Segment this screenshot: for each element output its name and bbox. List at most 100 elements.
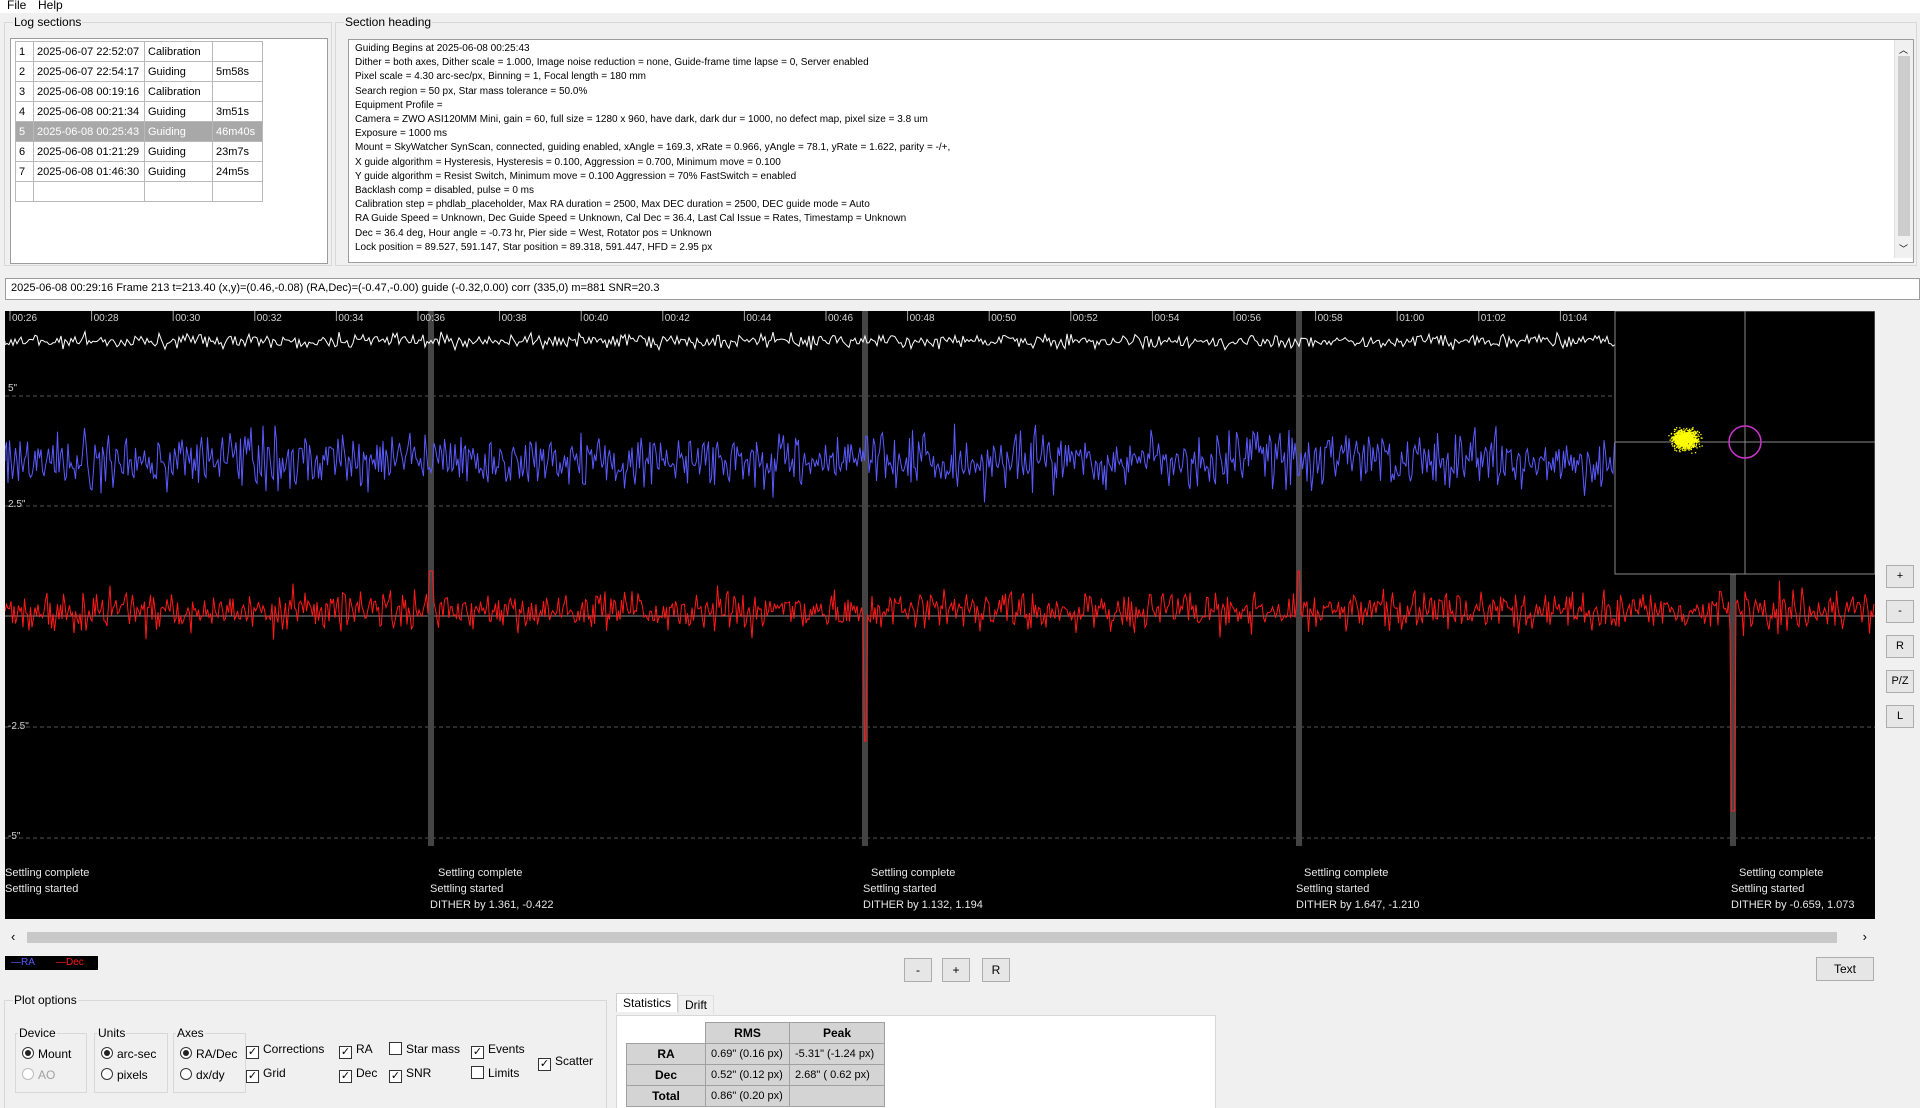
log-section-time: 2025-06-07 22:54:17 (33, 61, 145, 82)
log-section-time: 2025-06-08 00:25:43 (33, 121, 145, 142)
scatter-point (1677, 432, 1680, 434)
scatter-checkbox[interactable]: ✓ Scatter (538, 1054, 593, 1071)
units-pixels-radio[interactable]: pixels (101, 1068, 148, 1082)
log-section-duration (212, 81, 263, 102)
scatter-point (1680, 441, 1682, 444)
axes-dxdy-radio[interactable]: dx/dy (180, 1068, 225, 1082)
scatter-point (1675, 442, 1677, 445)
scatter-point (1673, 436, 1675, 438)
text-button[interactable]: Text (1816, 957, 1874, 981)
scroll-left-icon[interactable]: ‹ (11, 929, 15, 944)
time-tick-label: 00:26 (12, 313, 38, 324)
log-section-row[interactable] (15, 181, 263, 202)
log-section-row[interactable]: 7 2025-06-08 01:46:30 Guiding 24m5s (15, 161, 263, 182)
scatter-point (1691, 440, 1693, 442)
grid-checkbox[interactable]: ✓ Grid (246, 1066, 286, 1083)
section-heading-line: Y guide algorithm = Resist Switch, Minim… (355, 170, 797, 182)
zoom-out-button[interactable]: - (904, 958, 932, 982)
statistics-content: RMS Peak RA 0.69" (0.16 px) -5.31" (-1.24 … (616, 1015, 1216, 1108)
scatter-point (1696, 438, 1698, 441)
tab-statistics[interactable]: Statistics (616, 993, 679, 1012)
scatter-point (1696, 432, 1698, 434)
log-section-type: Guiding (144, 161, 213, 182)
scatter-point (1682, 443, 1684, 445)
axes-group: Axes RA/Dec dx/dy (173, 1026, 246, 1093)
graph-zoom-out-button[interactable]: - (1886, 600, 1914, 623)
zoom-in-button[interactable]: + (942, 958, 970, 982)
graph-l-button[interactable]: L (1886, 705, 1914, 728)
log-section-time: 2025-06-08 00:21:34 (33, 101, 145, 122)
scrollbar-thumb[interactable] (1898, 56, 1910, 236)
time-tick-label: 00:50 (991, 313, 1017, 324)
log-section-row[interactable]: 2 2025-06-07 22:54:17 Guiding 5m58s (15, 61, 263, 82)
ra-checkbox[interactable]: ✓ RA (339, 1042, 373, 1059)
scroll-right-icon[interactable]: › (1863, 929, 1867, 944)
scatter-point (1674, 447, 1676, 450)
section-heading-line: Backlash comp = disabled, pulse = 0 ms (355, 185, 534, 197)
scatter-point (1675, 450, 1678, 452)
star-mass-checkbox[interactable]: Star mass (389, 1042, 460, 1056)
statistics-table: RMS Peak RA 0.69" (0.16 px) -5.31" (-1.24 … (626, 1022, 885, 1107)
log-section-row[interactable]: 5 2025-06-08 00:25:43 Guiding 46m40s (15, 121, 263, 142)
corrections-checkbox[interactable]: ✓ Corrections (246, 1042, 324, 1059)
log-section-time: 2025-06-07 22:52:07 (33, 41, 145, 62)
device-mount-radio[interactable]: Mount (22, 1047, 71, 1061)
dec-checkbox[interactable]: ✓ Dec (339, 1066, 377, 1083)
log-section-time (33, 181, 145, 202)
limits-checkbox[interactable]: Limits (471, 1066, 519, 1080)
stats-row-label: Total (626, 1085, 706, 1107)
log-section-time: 2025-06-08 01:46:30 (33, 161, 145, 182)
status-line: 2025-06-08 00:29:16 Frame 213 t=213.40 (… (5, 278, 1920, 300)
graph-reset-button[interactable]: R (1886, 635, 1914, 658)
guide-graph-canvas[interactable] (5, 311, 1875, 919)
section-heading-line: Pixel scale = 4.30 arc-sec/px, Binning =… (355, 71, 646, 83)
menu-file[interactable]: File (7, 0, 26, 12)
log-section-row[interactable]: 4 2025-06-08 00:21:34 Guiding 3m51s (15, 101, 263, 122)
section-heading-scrollbar[interactable]: ︿ ﹀ (1894, 40, 1913, 258)
graph-scrollbar-thumb[interactable] (27, 932, 1837, 943)
tab-drift[interactable]: Drift (678, 995, 714, 1014)
units-arcsec-radio[interactable]: arc-sec (101, 1047, 156, 1061)
scatter-point (1676, 443, 1679, 445)
section-heading-line: Search region = 50 px, Star mass toleran… (355, 85, 588, 97)
scatter-point (1674, 439, 1677, 442)
scatter-point (1673, 445, 1676, 447)
log-section-row[interactable]: 3 2025-06-08 00:19:16 Calibration (15, 81, 263, 102)
graph-zoom-in-button[interactable]: + (1886, 565, 1914, 588)
stats-peak-value (789, 1085, 885, 1107)
scatter-point (1682, 441, 1684, 443)
log-section-duration: 5m58s (212, 61, 263, 82)
log-section-type: Guiding (144, 101, 213, 122)
log-section-row[interactable]: 1 2025-06-07 22:52:07 Calibration (15, 41, 263, 62)
section-heading-text[interactable]: Guiding Begins at 2025-06-08 00:25:43 Dit… (348, 39, 1914, 263)
zoom-reset-button[interactable]: R (982, 958, 1010, 982)
scatter-point (1676, 433, 1679, 435)
y-axis-label: -2.5" (8, 721, 29, 732)
event-label-settle-complete: Settling complete (438, 867, 523, 879)
guide-graph[interactable]: 00:26 00:28 00:30 00:32 00:34 00:36 00:38 00:40… (5, 311, 1875, 919)
log-sections-title: Log sections (13, 15, 83, 29)
log-section-row[interactable]: 6 2025-06-08 01:21:29 Guiding 23m7s (15, 141, 263, 162)
stats-col-peak: Peak (789, 1022, 885, 1044)
menu-help[interactable]: Help (38, 0, 63, 12)
axes-radec-radio[interactable]: RA/Dec (180, 1047, 237, 1061)
scatter-point (1675, 437, 1678, 439)
scroll-down-icon[interactable]: ﹀ (1899, 242, 1908, 255)
time-tick-label: 00:28 (93, 313, 119, 324)
scatter-point (1691, 437, 1693, 439)
scatter-point (1680, 437, 1682, 439)
events-checkbox[interactable]: ✓ Events (471, 1042, 525, 1059)
snr-checkbox[interactable]: ✓ SNR (389, 1066, 431, 1083)
scatter-point (1687, 432, 1689, 434)
units-title: Units (97, 1026, 127, 1040)
event-label-settle-complete: Settling complete (1304, 867, 1389, 879)
scroll-up-icon[interactable]: ︿ (1899, 43, 1908, 56)
dec-trace (5, 570, 1875, 812)
graph-scrollbar[interactable]: ‹ › (5, 926, 1875, 950)
scatter-point (1670, 433, 1672, 435)
scatter-point (1693, 443, 1695, 445)
graph-pz-button[interactable]: P/Z (1886, 670, 1914, 693)
log-sections-table[interactable]: 1 2025-06-07 22:52:07 Calibration 2 2025-06-… (10, 38, 328, 264)
section-heading-line: Mount = SkyWatcher SynScan, connected, g… (355, 142, 951, 154)
scatter-point (1688, 445, 1690, 447)
